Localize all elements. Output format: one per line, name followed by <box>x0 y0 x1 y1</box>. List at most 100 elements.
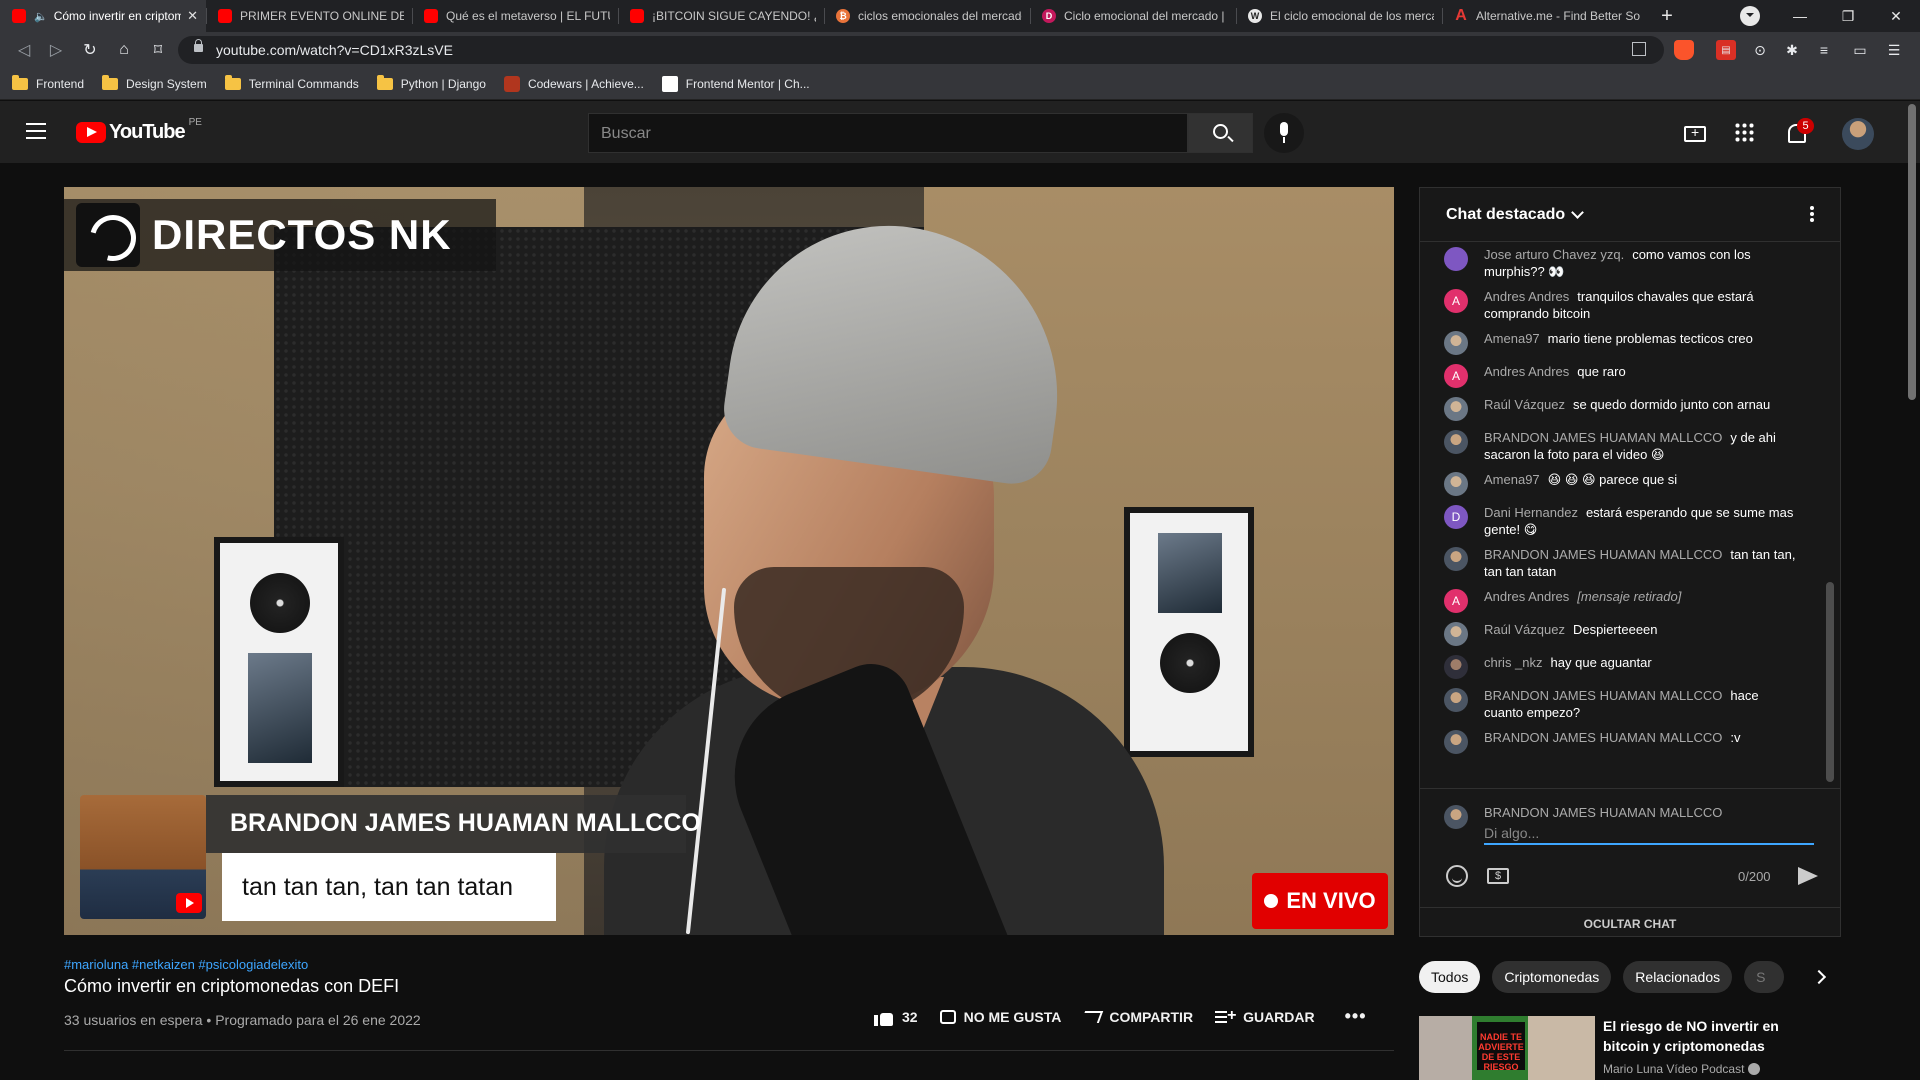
chat-author-name[interactable]: Andres Andres <box>1484 364 1569 379</box>
recommended-video-channel[interactable]: Mario Luna Vídeo Podcast <box>1603 1062 1761 1076</box>
search-button[interactable] <box>1188 113 1253 153</box>
chat-author-name[interactable]: BRANDON JAMES HUAMAN MALLCCO <box>1484 547 1722 562</box>
recommended-video-title[interactable]: El riesgo de NO invertir en bitcoin y cr… <box>1603 1016 1783 1056</box>
bookmark-item[interactable]: Python | Django <box>376 74 486 91</box>
browser-tab[interactable]: D Ciclo emocional del mercado | D <box>1030 0 1236 32</box>
youtube-logo[interactable]: YouTube PE <box>76 117 202 144</box>
extension-glasses-icon[interactable]: ⊙ <box>1750 40 1770 60</box>
send-icon[interactable] <box>1798 867 1818 885</box>
close-tab-icon[interactable]: ✕ <box>187 8 198 24</box>
bookmark-item[interactable]: Terminal Commands <box>224 74 359 91</box>
browser-tab[interactable]: PRIMER EVENTO ONLINE DE COI <box>206 0 412 32</box>
like-button[interactable]: 32 <box>874 1008 918 1026</box>
hide-chat-button[interactable]: OCULTAR CHAT <box>1420 907 1840 939</box>
address-bar[interactable]: youtube.com/watch?v=CD1xR3zLsVE <box>178 36 1664 64</box>
filter-chip[interactable]: Criptomonedas <box>1492 961 1612 993</box>
chat-menu-icon[interactable] <box>1810 206 1814 210</box>
chat-author-name[interactable]: Raúl Vázquez <box>1484 622 1565 637</box>
chat-author-name[interactable]: chris _nkz <box>1484 655 1543 670</box>
video-hashtags[interactable]: #marioluna #netkaizen #psicologiadelexit… <box>64 957 308 972</box>
tab-search-icon[interactable] <box>1740 6 1760 26</box>
brave-shield-icon[interactable] <box>1674 40 1694 60</box>
browser-tab[interactable]: Qué es el metaverso | EL FUTURO <box>412 0 618 32</box>
chat-message[interactable]: Raúl Vázquez se quedo dormido junto con a… <box>1420 392 1824 425</box>
video-player[interactable]: DIRECTOS NK BRANDON JAMES HUAMAN MALLCCO… <box>64 187 1394 935</box>
chat-mode-selector[interactable]: Chat destacado <box>1446 206 1565 224</box>
emoji-icon[interactable] <box>1446 865 1468 887</box>
wallet-icon[interactable]: ▭ <box>1850 40 1870 60</box>
filter-chip[interactable]: Todos <box>1419 961 1481 993</box>
filter-chip[interactable]: Relacionados <box>1623 961 1733 993</box>
search-input[interactable]: Buscar <box>588 113 1188 153</box>
chat-scrollbar[interactable] <box>1824 242 1836 788</box>
reload-button[interactable]: ↻ <box>76 32 104 68</box>
super-chat-icon[interactable]: $ <box>1487 868 1509 884</box>
chat-scrollbar-thumb[interactable] <box>1826 582 1834 782</box>
forward-button[interactable]: ▷ <box>42 32 70 68</box>
browser-menu-icon[interactable]: ☰ <box>1884 40 1904 60</box>
bookmark-item[interactable]: Codewars | Achieve... <box>503 75 644 92</box>
chat-author-name[interactable]: BRANDON JAMES HUAMAN MALLCCO <box>1484 430 1722 445</box>
chat-message[interactable]: A Andres Andres [mensaje retirado] <box>1420 584 1824 617</box>
chat-message[interactable]: BRANDON JAMES HUAMAN MALLCCO tan tan tan,… <box>1420 542 1824 584</box>
back-button[interactable]: ◁ <box>10 32 38 68</box>
chat-message[interactable]: Amena97 😆 😆 😆 parece que si <box>1420 467 1824 500</box>
close-window-button[interactable]: ✕ <box>1872 0 1920 32</box>
chat-author-name[interactable]: BRANDON JAMES HUAMAN MALLCCO <box>1484 730 1722 745</box>
browser-tab[interactable]: ₿ ciclos emocionales del mercado <box>824 0 1030 32</box>
audio-playing-icon[interactable]: 🔈 <box>34 10 48 23</box>
bookmark-item[interactable]: Frontend Mentor | Ch... <box>661 75 810 92</box>
chat-message[interactable]: D Dani Hernandez estará esperando que se s… <box>1420 500 1824 542</box>
chat-message[interactable]: chris _nkz hay que aguantar <box>1420 650 1824 683</box>
chat-message[interactable]: A Andres Andres tranquilos chavales que es… <box>1420 284 1824 326</box>
chat-message[interactable]: Jose arturo Chavez yzq. como vamos con lo… <box>1420 242 1824 284</box>
chat-author-name[interactable]: Dani Hernandez <box>1484 505 1578 520</box>
chat-author-name[interactable]: Andres Andres <box>1484 289 1569 304</box>
chat-message[interactable]: BRANDON JAMES HUAMAN MALLCCO:v <box>1420 725 1824 758</box>
browser-tab[interactable]: W El ciclo emocional de los mercad <box>1236 0 1442 32</box>
youtube-wordmark: YouTube <box>109 121 186 143</box>
chat-author-name[interactable]: Amena97 <box>1484 331 1540 346</box>
chat-message[interactable]: Amena97 mario tiene problemas tecticos cr… <box>1420 326 1824 359</box>
chat-message[interactable]: BRANDON JAMES HUAMAN MALLCCO hace cuanto … <box>1420 683 1824 725</box>
maximize-button[interactable]: ❐ <box>1824 0 1872 32</box>
chat-author-name[interactable]: Raúl Vázquez <box>1484 397 1565 412</box>
chat-author-name[interactable]: Jose arturo Chavez yzq. <box>1484 247 1624 262</box>
bookmark-item[interactable]: Frontend <box>12 74 84 91</box>
chat-message[interactable]: BRANDON JAMES HUAMAN MALLCCO y de ahi sac… <box>1420 425 1824 467</box>
page-scrollbar[interactable] <box>1908 104 1916 400</box>
create-video-icon[interactable] <box>1684 124 1706 142</box>
chat-author-name[interactable]: BRANDON JAMES HUAMAN MALLCCO <box>1484 688 1722 703</box>
chat-author-name[interactable]: Amena97 <box>1484 472 1540 487</box>
apps-grid-icon[interactable] <box>1734 122 1756 144</box>
open-external-icon[interactable] <box>1632 42 1646 56</box>
guide-menu-icon[interactable] <box>26 123 46 139</box>
recommended-video-thumbnail[interactable]: NADIE TE ADVIERTE DE ESTE RIESGO <box>1419 1016 1595 1080</box>
bookmark-icon[interactable]: ⌑ <box>144 32 172 68</box>
minimize-button[interactable]: — <box>1776 0 1824 32</box>
browser-tab[interactable]: A Alternative.me - Find Better Soft <box>1442 0 1648 32</box>
chat-message[interactable]: A Andres Andres que raro <box>1420 359 1824 392</box>
chat-message-input[interactable]: Di algo... <box>1484 823 1814 845</box>
dislike-button[interactable]: NO ME GUSTA <box>939 1009 1061 1025</box>
wikipedia-favicon: W <box>1248 9 1262 23</box>
browser-tab[interactable]: ¡BITCOIN SIGUE CAYENDO! ¿Qué <box>618 0 824 32</box>
chat-message[interactable]: Raúl Vázquez Despierteeeen <box>1420 617 1824 650</box>
extensions-puzzle-icon[interactable]: ✱ <box>1782 40 1802 60</box>
voice-search-button[interactable] <box>1264 113 1304 153</box>
save-button[interactable]: GUARDAR <box>1215 1007 1315 1026</box>
chat-message-body: BRANDON JAMES HUAMAN MALLCCO tan tan tan,… <box>1484 546 1800 580</box>
home-button[interactable]: ⌂ <box>110 32 138 68</box>
more-actions-icon[interactable]: ••• <box>1345 1006 1367 1027</box>
account-avatar[interactable] <box>1842 118 1874 150</box>
bookmark-item[interactable]: Design System <box>102 74 207 91</box>
chevron-right-icon[interactable] <box>1811 969 1827 985</box>
chevron-down-icon[interactable] <box>1571 206 1585 219</box>
media-controls-icon[interactable]: ≡ <box>1814 40 1834 60</box>
filter-chip[interactable]: S <box>1744 961 1785 993</box>
chat-author-name[interactable]: Andres Andres <box>1484 589 1569 604</box>
browser-tab[interactable]: 🔈 Cómo invertir en criptomo ✕ <box>0 0 206 32</box>
share-button[interactable]: COMPARTIR <box>1081 1009 1193 1025</box>
extension-red-icon[interactable]: ▤ <box>1716 40 1736 60</box>
new-tab-button[interactable]: + <box>1648 0 1686 32</box>
